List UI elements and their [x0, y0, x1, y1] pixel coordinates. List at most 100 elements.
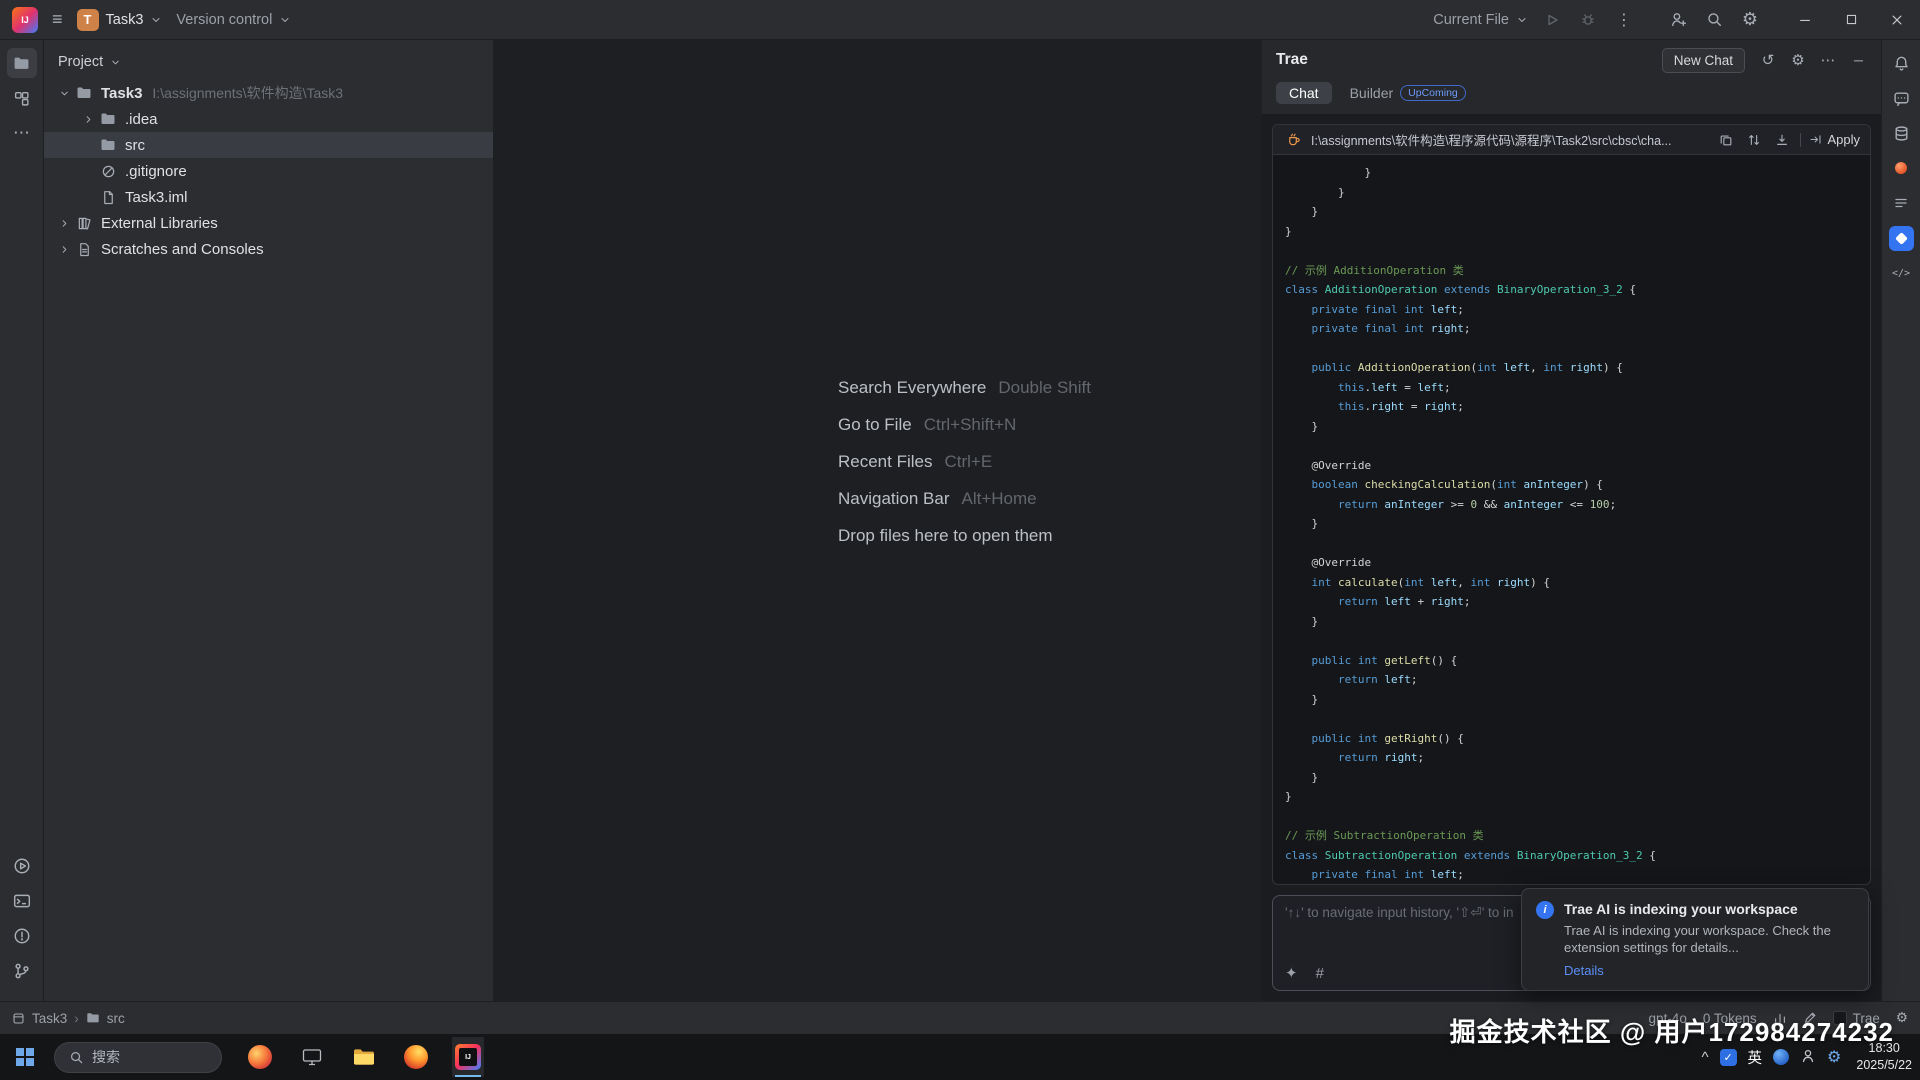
run-button[interactable] [1534, 5, 1570, 35]
project-name: Task3 [106, 12, 144, 28]
window-close-button[interactable] [1874, 0, 1920, 39]
vcs-label: Version control [176, 12, 272, 28]
trae-more-icon[interactable]: ⋯ [1815, 48, 1841, 72]
chevron-down-icon[interactable] [54, 88, 74, 99]
insert-code-icon[interactable] [1772, 130, 1792, 150]
context-hash-icon[interactable]: # [1316, 965, 1324, 982]
database-icon[interactable] [1886, 118, 1916, 148]
ignored-file-icon [98, 164, 118, 179]
diff-code-icon[interactable] [1744, 130, 1764, 150]
info-icon: i [1536, 901, 1554, 919]
folder-icon [98, 111, 118, 127]
status-settings-gear-icon[interactable]: ⚙ [1896, 1010, 1908, 1026]
code-tag-icon[interactable]: </> [1886, 258, 1916, 288]
code-with-me-icon[interactable] [1660, 5, 1696, 35]
tree-item-project-root[interactable]: Task3 I:\assignments\软件构造\Task3 [44, 80, 493, 106]
notification-body: Trae AI is indexing your workspace. Chec… [1564, 922, 1854, 957]
folder-icon [86, 1011, 100, 1025]
taskbar-firefox-icon[interactable] [400, 1037, 432, 1077]
breadcrumb-item-project[interactable]: Task3 [32, 1011, 67, 1026]
hint-row: Navigation BarAlt+Home [838, 489, 1091, 509]
ime-status-icon[interactable]: ✓ [1720, 1049, 1737, 1066]
prompt-sparkle-icon[interactable]: ✦ [1285, 964, 1298, 982]
todo-lines-icon[interactable] [1886, 188, 1916, 218]
structure-tool-window-icon[interactable] [7, 83, 37, 113]
tree-item-src-folder[interactable]: src [44, 132, 493, 158]
notifications-bell-icon[interactable] [1886, 48, 1916, 78]
left-tool-strip: ⋯ [0, 40, 44, 1001]
hint-label: Go to File [838, 415, 912, 434]
code-file-path[interactable]: I:\assignments\软件构造\程序源代码\源程序\Task2\src\… [1311, 130, 1708, 149]
run-configuration-selector[interactable]: Current File [1433, 12, 1528, 28]
main-menu-hamburger-icon[interactable]: ≡ [52, 9, 63, 30]
hint-row: Drop files here to open them [838, 526, 1091, 546]
tree-item-label: .gitignore [125, 163, 187, 180]
scratch-file-icon [74, 242, 94, 257]
copy-code-icon[interactable] [1716, 130, 1736, 150]
hint-shortcut: Alt+Home [962, 489, 1037, 508]
trae-settings-gear-icon[interactable]: ⚙ [1785, 48, 1811, 72]
project-panel-header[interactable]: Project [44, 44, 493, 80]
taskbar-intellij-icon[interactable]: IJ [452, 1037, 484, 1077]
tray-settings-gear-icon[interactable]: ⚙ [1827, 1047, 1841, 1067]
tree-item-path: I:\assignments\软件构造\Task3 [152, 83, 343, 103]
project-tool-window-icon[interactable] [7, 48, 37, 78]
taskbar-app-colorful-icon[interactable] [244, 1037, 276, 1077]
project-selector[interactable]: T Task3 [77, 9, 163, 31]
tray-app-blue-icon[interactable] [1773, 1049, 1789, 1065]
hint-shortcut: Ctrl+Shift+N [924, 415, 1017, 434]
terminal-tool-window-icon[interactable] [7, 886, 37, 916]
tree-item-idea-folder[interactable]: .idea [44, 106, 493, 132]
chevron-right-icon[interactable] [78, 114, 98, 125]
ai-assistant-icon[interactable] [1886, 83, 1916, 113]
chevron-down-icon [279, 14, 291, 26]
problems-tool-window-icon[interactable] [7, 921, 37, 951]
new-chat-button[interactable]: New Chat [1662, 48, 1745, 73]
search-icon[interactable] [1696, 5, 1732, 35]
tray-people-icon[interactable] [1800, 1048, 1816, 1067]
tree-item-label: External Libraries [101, 215, 218, 232]
trae-title: Trae [1276, 51, 1308, 69]
chevron-right-icon[interactable] [54, 244, 74, 255]
intellij-logo-icon[interactable]: IJ [12, 7, 38, 33]
more-actions-kebab-icon[interactable]: ⋮ [1606, 5, 1642, 35]
chevron-down-icon [110, 57, 121, 68]
trae-tool-window-icon[interactable] [1886, 223, 1916, 253]
desktop: IJ ≡ T Task3 Version control Current Fil… [0, 0, 1920, 1080]
taskbar-search-box[interactable]: 搜索 [54, 1042, 222, 1073]
tree-item-gitignore[interactable]: .gitignore [44, 158, 493, 184]
taskbar-app-monitor-icon[interactable] [296, 1037, 328, 1077]
vcs-widget[interactable]: Version control [176, 12, 291, 28]
start-button[interactable] [0, 1034, 50, 1080]
tab-builder[interactable]: Builder UpComing [1350, 85, 1466, 101]
tree-item-scratches[interactable]: Scratches and Consoles [44, 236, 493, 262]
apply-label: Apply [1827, 132, 1860, 147]
more-tool-windows-icon[interactable]: ⋯ [7, 118, 37, 148]
chevron-right-icon[interactable] [54, 218, 74, 229]
indexing-notification: i Trae AI is indexing your workspace Tra… [1521, 888, 1869, 991]
window-minimize-button[interactable] [1782, 0, 1828, 39]
code-block[interactable]: } } }} // 示例 AdditionOperation 类class Ad… [1273, 155, 1870, 884]
ide-title-bar: IJ ≡ T Task3 Version control Current Fil… [0, 0, 1920, 40]
apply-code-button[interactable]: Apply [1809, 132, 1860, 147]
git-branch-icon[interactable] [7, 956, 37, 986]
trae-panel-header: Trae New Chat ↺ ⚙ ⋯ [1262, 40, 1881, 80]
breadcrumb-item-src[interactable]: src [107, 1011, 125, 1026]
debug-icon[interactable] [1570, 5, 1606, 35]
ime-language-indicator[interactable]: 英 [1748, 1047, 1763, 1068]
chat-history-icon[interactable]: ↺ [1755, 48, 1781, 72]
run-tool-window-icon[interactable] [7, 851, 37, 881]
tree-item-external-libraries[interactable]: External Libraries [44, 210, 493, 236]
settings-gear-icon[interactable]: ⚙ [1732, 5, 1768, 35]
tray-chevron-up-icon[interactable]: ^ [1702, 1049, 1709, 1066]
notification-details-link[interactable]: Details [1564, 963, 1854, 978]
folder-icon [74, 85, 94, 101]
file-icon [98, 190, 118, 205]
taskbar-file-explorer-icon[interactable] [348, 1037, 380, 1077]
tab-chat[interactable]: Chat [1276, 82, 1332, 104]
clock-date: 2025/5/22 [1856, 1057, 1912, 1074]
tree-item-module-file[interactable]: Task3.iml [44, 184, 493, 210]
window-maximize-button[interactable] [1828, 0, 1874, 39]
plugin-orange-icon[interactable] [1886, 153, 1916, 183]
trae-minimize-icon[interactable] [1845, 48, 1871, 72]
